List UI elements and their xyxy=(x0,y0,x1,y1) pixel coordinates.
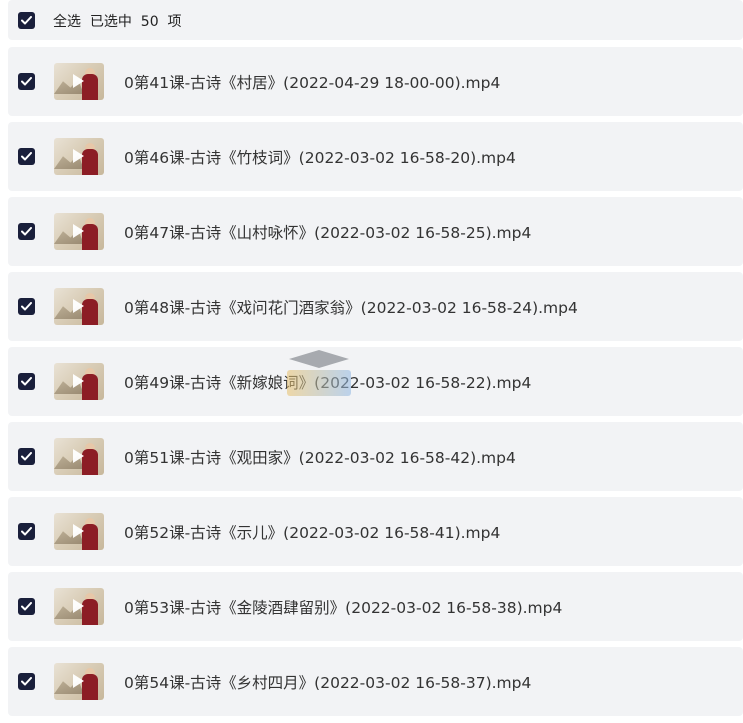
video-thumbnail[interactable] xyxy=(54,288,104,325)
play-icon xyxy=(73,224,84,238)
list-item[interactable]: 0第54课-古诗《乡村四月》(2022-03-02 16-58-37).mp4 xyxy=(8,647,743,716)
file-name[interactable]: 0第48课-古诗《戏问花门酒家翁》(2022-03-02 16-58-24).m… xyxy=(124,296,578,318)
play-icon xyxy=(73,299,84,313)
item-checkbox[interactable] xyxy=(18,673,35,690)
select-all-checkbox[interactable] xyxy=(18,12,35,29)
select-all-bar[interactable]: 全选 已选中 50 项 xyxy=(8,0,743,40)
list-item[interactable]: 0第51课-古诗《观田家》(2022-03-02 16-58-42).mp4 xyxy=(8,422,743,491)
checkmark-icon xyxy=(21,377,32,386)
video-thumbnail[interactable] xyxy=(54,138,104,175)
checkmark-icon xyxy=(21,16,32,25)
file-list-page: 全选 已选中 50 项 0第41课-古诗《村居》(2022-04-29 18-0… xyxy=(0,0,743,723)
video-thumbnail[interactable] xyxy=(54,663,104,700)
list-item[interactable]: 0第52课-古诗《示儿》(2022-03-02 16-58-41).mp4 xyxy=(8,497,743,566)
select-all-label: 全选 已选中 50 项 xyxy=(53,14,182,30)
list-item[interactable]: 0第46课-古诗《竹枝词》(2022-03-02 16-58-20).mp4 xyxy=(8,122,743,191)
play-icon xyxy=(73,524,84,538)
video-thumbnail[interactable] xyxy=(54,513,104,550)
item-checkbox[interactable] xyxy=(18,148,35,165)
checkmark-icon xyxy=(21,227,32,236)
video-thumbnail[interactable] xyxy=(54,363,104,400)
list-item[interactable]: 0第47课-古诗《山村咏怀》(2022-03-02 16-58-25).mp4 xyxy=(8,197,743,266)
video-thumbnail[interactable] xyxy=(54,63,104,100)
file-name[interactable]: 0第51课-古诗《观田家》(2022-03-02 16-58-42).mp4 xyxy=(124,446,516,468)
checkmark-icon xyxy=(21,677,32,686)
file-name[interactable]: 0第41课-古诗《村居》(2022-04-29 18-00-00).mp4 xyxy=(124,71,500,93)
item-checkbox[interactable] xyxy=(18,223,35,240)
item-checkbox[interactable] xyxy=(18,298,35,315)
file-name[interactable]: 0第54课-古诗《乡村四月》(2022-03-02 16-58-37).mp4 xyxy=(124,671,531,693)
list-item[interactable]: 0第53课-古诗《金陵酒肆留别》(2022-03-02 16-58-38).mp… xyxy=(8,572,743,641)
play-icon xyxy=(73,74,84,88)
list-item[interactable]: 0第48课-古诗《戏问花门酒家翁》(2022-03-02 16-58-24).m… xyxy=(8,272,743,341)
play-icon xyxy=(73,374,84,388)
item-checkbox[interactable] xyxy=(18,373,35,390)
file-name[interactable]: 0第49课-古诗《新嫁娘词》(2022-03-02 16-58-22).mp4 xyxy=(124,371,531,393)
item-checkbox[interactable] xyxy=(18,448,35,465)
video-thumbnail[interactable] xyxy=(54,588,104,625)
checkmark-icon xyxy=(21,452,32,461)
list-item[interactable]: 0第41课-古诗《村居》(2022-04-29 18-00-00).mp4 xyxy=(8,47,743,116)
checkmark-icon xyxy=(21,527,32,536)
checkmark-icon xyxy=(21,302,32,311)
file-name[interactable]: 0第52课-古诗《示儿》(2022-03-02 16-58-41).mp4 xyxy=(124,521,500,543)
play-icon xyxy=(73,449,84,463)
checkmark-icon xyxy=(21,602,32,611)
file-name[interactable]: 0第53课-古诗《金陵酒肆留别》(2022-03-02 16-58-38).mp… xyxy=(124,596,562,618)
file-name[interactable]: 0第46课-古诗《竹枝词》(2022-03-02 16-58-20).mp4 xyxy=(124,146,516,168)
video-thumbnail[interactable] xyxy=(54,213,104,250)
play-icon xyxy=(73,149,84,163)
video-thumbnail[interactable] xyxy=(54,438,104,475)
item-checkbox[interactable] xyxy=(18,598,35,615)
checkmark-icon xyxy=(21,152,32,161)
play-icon xyxy=(73,599,84,613)
checkmark-icon xyxy=(21,77,32,86)
list-item[interactable]: 0第49课-古诗《新嫁娘词》(2022-03-02 16-58-22).mp4 xyxy=(8,347,743,416)
play-icon xyxy=(73,674,84,688)
item-checkbox[interactable] xyxy=(18,523,35,540)
file-name[interactable]: 0第47课-古诗《山村咏怀》(2022-03-02 16-58-25).mp4 xyxy=(124,221,531,243)
item-checkbox[interactable] xyxy=(18,73,35,90)
